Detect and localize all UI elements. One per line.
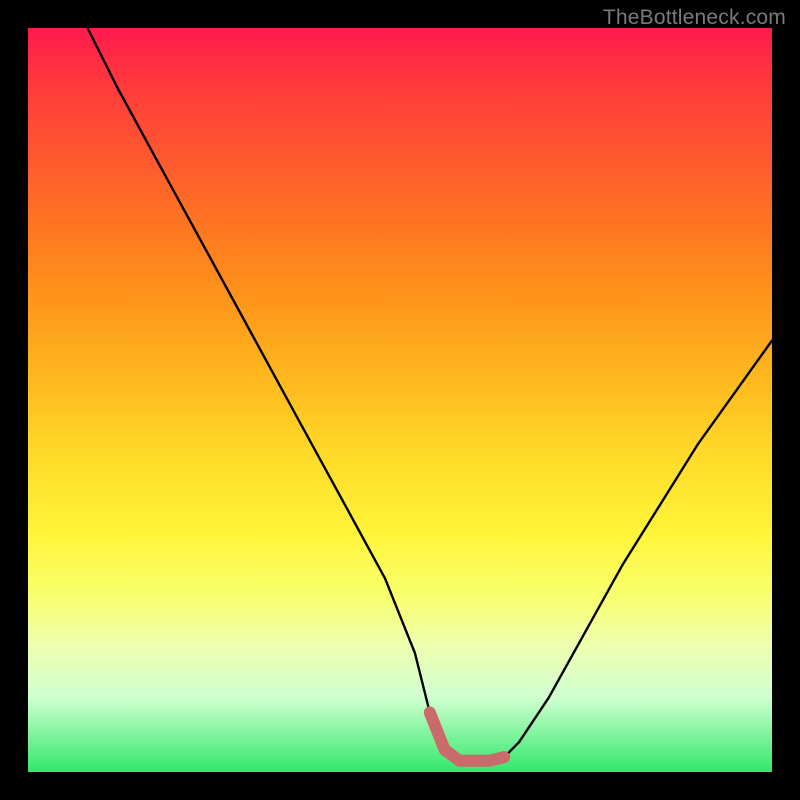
chart-frame: TheBottleneck.com [0,0,800,800]
bottleneck-curve [88,28,773,761]
watermark-text: TheBottleneck.com [603,6,786,30]
curve-overlay [28,28,772,772]
gradient-plot-area [28,28,772,772]
highlight-segment [430,713,504,761]
